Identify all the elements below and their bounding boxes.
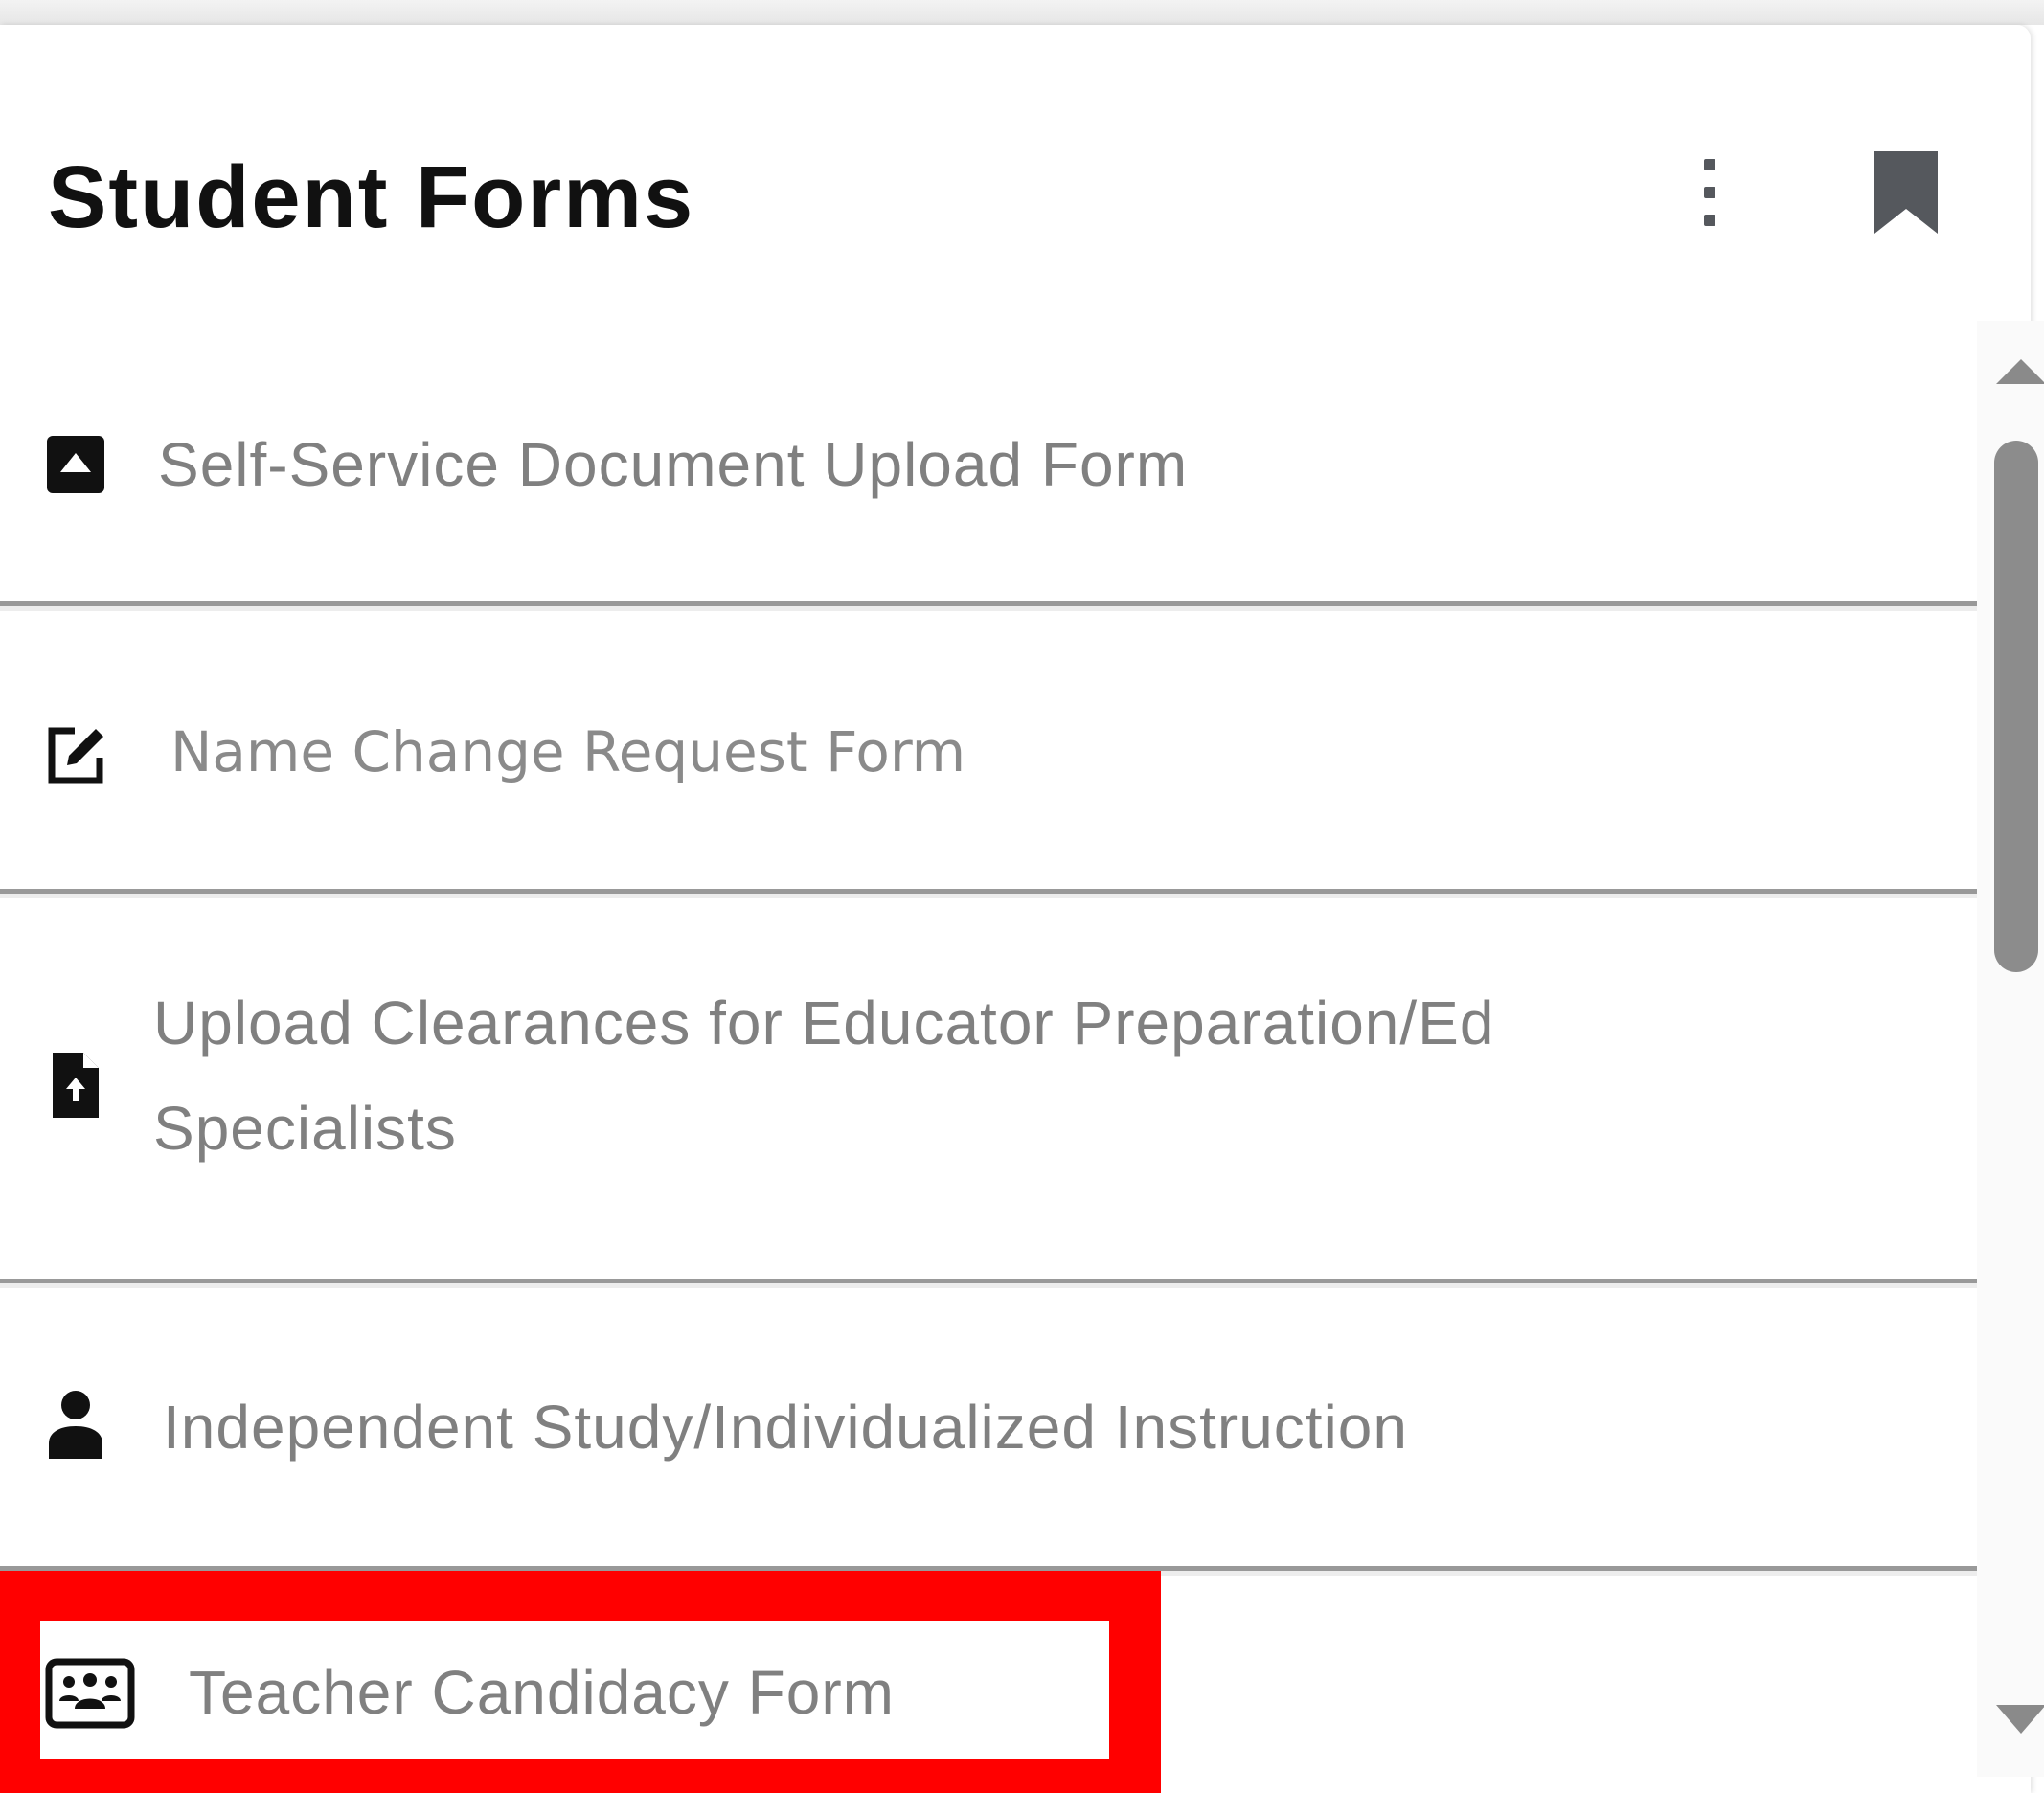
scrollbar-thumb[interactable]: [1994, 441, 2038, 972]
kebab-dot: [1704, 159, 1715, 170]
form-label[interactable]: Independent Study/Individualized Instruc…: [163, 1374, 1690, 1480]
upload-box-icon: [42, 426, 109, 503]
form-label[interactable]: Upload Clearances for Educator Preparati…: [153, 970, 1690, 1181]
form-list-item[interactable]: Name Change Request Form: [0, 611, 1977, 894]
form-list-item[interactable]: Self-Service Document Upload Form: [0, 326, 1977, 606]
kebab-menu-icon[interactable]: [1695, 159, 1724, 226]
top-strip: [0, 0, 2044, 25]
form-label[interactable]: Teacher Candidacy Form: [189, 1649, 895, 1736]
edit-square-icon: [42, 716, 109, 793]
scroll-down-arrow-icon[interactable]: [1996, 1705, 2044, 1734]
file-upload-icon: [42, 1047, 109, 1123]
scroll-up-arrow-icon[interactable]: [1996, 359, 2044, 384]
form-label[interactable]: Self-Service Document Upload Form: [158, 412, 1690, 517]
classroom-group-icon: [44, 1657, 136, 1730]
highlight-box: Teacher Candidacy Form: [0, 1571, 1161, 1793]
form-list-item[interactable]: Upload Clearances for Educator Preparati…: [0, 898, 1977, 1283]
bookmark-icon[interactable]: [1873, 149, 1940, 236]
person-icon: [42, 1386, 109, 1463]
form-list-item[interactable]: Independent Study/Individualized Instruc…: [0, 1288, 1977, 1571]
form-label[interactable]: Name Change Request Form: [170, 699, 1690, 805]
kebab-dot: [1704, 187, 1715, 198]
scrollbar[interactable]: [1977, 321, 2044, 1777]
widget-title: Student Forms: [48, 148, 695, 246]
form-list-item-highlighted[interactable]: Teacher Candidacy Form: [40, 1621, 1109, 1759]
kebab-dot: [1704, 215, 1715, 226]
